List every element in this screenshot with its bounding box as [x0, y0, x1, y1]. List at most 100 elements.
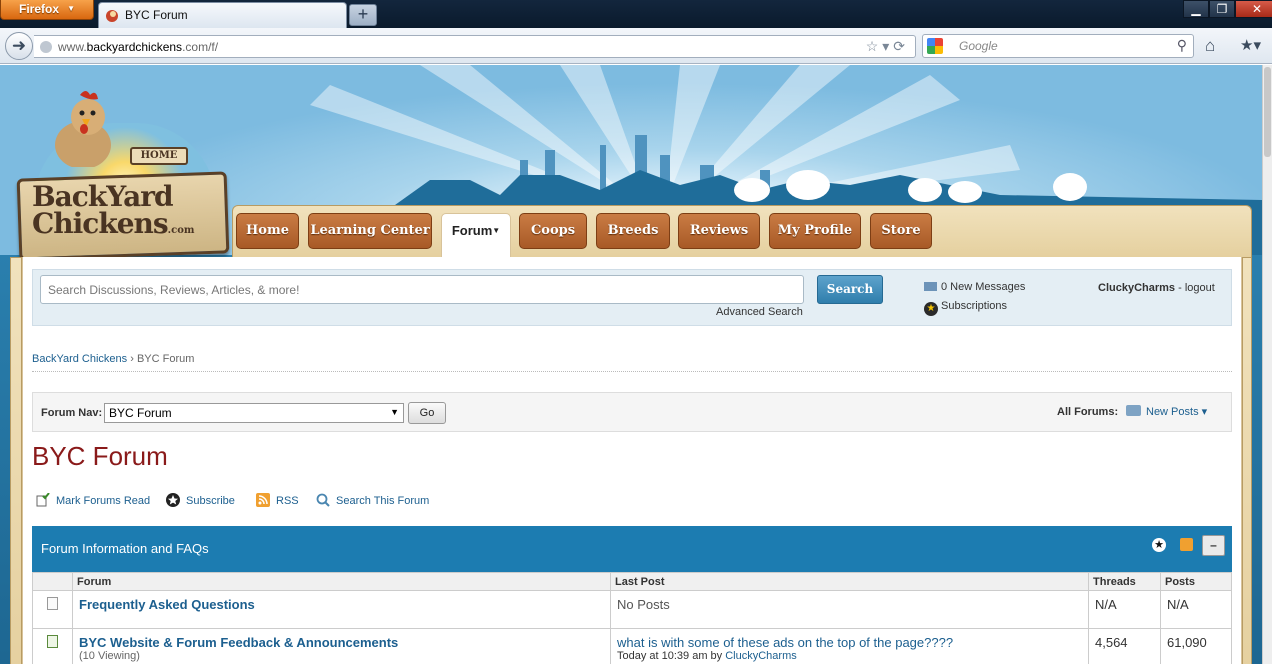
- subscriptions-link[interactable]: ★ Subscriptions: [924, 300, 1007, 316]
- page-scrollbar[interactable]: [1262, 65, 1272, 664]
- content-right-frame: [1242, 257, 1252, 664]
- envelope-icon: [924, 282, 937, 291]
- page-viewport: HOME BackYard Chickens .com Home Learning…: [0, 65, 1262, 664]
- browser-search-input[interactable]: Google ⚲: [922, 34, 1194, 58]
- logo-suffix: .com: [167, 225, 195, 236]
- nav-reviews[interactable]: Reviews: [678, 213, 760, 249]
- rss-icon[interactable]: [1180, 538, 1193, 551]
- search-placeholder: Google: [959, 39, 998, 53]
- search-this-forum-label: Search This Forum: [336, 495, 430, 507]
- last-post-text: No Posts: [617, 597, 670, 612]
- last-post-meta: Today at 10:39 am by CluckyCharms: [617, 650, 1082, 662]
- username-link[interactable]: CluckyCharms: [1098, 282, 1175, 294]
- star-icon: [166, 493, 180, 507]
- new-tab-button[interactable]: +: [349, 4, 377, 26]
- section-title[interactable]: Forum Information and FAQs: [41, 541, 209, 556]
- subscribe-link[interactable]: Subscribe: [166, 493, 235, 507]
- forum-status-cell: [32, 628, 73, 664]
- minimize-icon[interactable]: ▁: [1183, 0, 1209, 18]
- chevron-down-icon: ▾: [1201, 406, 1208, 418]
- forum-cell: BYC Website & Forum Feedback & Announcem…: [72, 628, 611, 664]
- url-bar[interactable]: www.backyardchickens.com/f/ ☆▾⟳: [34, 35, 916, 58]
- logout-link[interactable]: logout: [1185, 282, 1215, 294]
- star-icon: ★: [924, 302, 938, 316]
- rss-link[interactable]: RSS: [256, 493, 299, 507]
- new-posts-document-icon: [47, 635, 58, 648]
- breadcrumb-root[interactable]: BackYard Chickens: [32, 353, 127, 365]
- new-posts-label: New Posts: [1146, 406, 1199, 418]
- subscribe-star-icon[interactable]: ★: [1152, 538, 1166, 552]
- breadcrumb: BackYard Chickens › BYC Forum: [32, 353, 194, 365]
- browser-titlebar: Firefox ▼ BYC Forum + ▁ ❐ ✕: [0, 0, 1272, 28]
- nav-coops[interactable]: Coops: [519, 213, 587, 249]
- chicken-favicon-icon: [106, 10, 118, 22]
- logo-line2: Chickens: [32, 207, 169, 240]
- nav-forum[interactable]: Forum▼: [441, 213, 511, 259]
- subscriptions-label: Subscriptions: [941, 300, 1008, 312]
- section-header: [32, 526, 1232, 572]
- col-posts-header: Posts: [1160, 572, 1232, 591]
- home-icon[interactable]: ⌂: [1205, 36, 1215, 56]
- firefox-menu-button[interactable]: Firefox ▼: [0, 0, 94, 20]
- new-posts-link[interactable]: New Posts ▾: [1126, 405, 1207, 418]
- search-this-forum-link[interactable]: Search This Forum: [316, 493, 429, 507]
- divider: [32, 371, 1232, 372]
- home-sign[interactable]: HOME: [130, 147, 188, 165]
- collapse-button[interactable]: –: [1202, 535, 1225, 556]
- last-post-user-link[interactable]: CluckyCharms: [725, 650, 797, 662]
- forum-nav-select[interactable]: BYC Forum ▼: [104, 403, 404, 423]
- col-threads-header: Threads: [1088, 572, 1161, 591]
- user-panel: CluckyCharms - logout: [1098, 282, 1215, 294]
- forum-cell: Frequently Asked Questions: [72, 590, 611, 629]
- search-icon[interactable]: ⚲: [1177, 37, 1187, 54]
- forum-link[interactable]: BYC Website & Forum Feedback & Announcem…: [79, 635, 604, 650]
- browser-navbar: ➜ www.backyardchickens.com/f/ ☆▾⟳ Google…: [0, 28, 1272, 64]
- page-title: BYC Forum: [32, 441, 168, 471]
- viewing-count: (10 Viewing): [79, 650, 140, 662]
- url-host: backyardchickens: [86, 40, 183, 54]
- bookmarks-icon[interactable]: ★▾: [1240, 36, 1261, 54]
- google-icon: [927, 38, 943, 54]
- nav-breeds[interactable]: Breeds: [596, 213, 670, 249]
- messages-label: 0 New Messages: [941, 281, 1026, 293]
- browser-tab[interactable]: BYC Forum: [98, 2, 347, 28]
- last-post-cell: No Posts: [610, 590, 1089, 629]
- bookmark-star-icon[interactable]: ☆▾⟳: [866, 38, 909, 55]
- posts-cell: N/A: [1160, 590, 1232, 629]
- nav-learning-center[interactable]: Learning Center: [308, 213, 432, 249]
- rooster-mascot-icon: [55, 91, 111, 167]
- subscribe-label: Subscribe: [186, 495, 235, 507]
- go-button[interactable]: Go: [408, 402, 446, 424]
- tab-title: BYC Forum: [125, 8, 188, 22]
- mark-forums-read-label: Mark Forums Read: [56, 495, 151, 507]
- content-left-frame: [10, 257, 22, 664]
- site-search-input[interactable]: Search Discussions, Reviews, Articles, &…: [40, 275, 804, 304]
- user-separator: -: [1175, 282, 1185, 294]
- restore-icon[interactable]: ❐: [1209, 0, 1235, 18]
- nav-my-profile[interactable]: My Profile: [769, 213, 861, 249]
- scrollbar-thumb[interactable]: [1264, 67, 1271, 157]
- all-forums-label: All Forums:: [1057, 406, 1119, 418]
- col-last-post-header: Last Post: [610, 572, 1089, 591]
- rss-icon: [256, 493, 270, 507]
- search-icon: [316, 493, 330, 507]
- table-row: BYC Website & Forum Feedback & Announcem…: [32, 628, 1232, 664]
- advanced-search-link[interactable]: Advanced Search: [716, 306, 803, 318]
- close-icon[interactable]: ✕: [1235, 0, 1272, 18]
- forum-table: Forum Last Post Threads Posts Frequently…: [32, 572, 1232, 664]
- col-forum-header: Forum: [72, 572, 611, 591]
- breadcrumb-current: BYC Forum: [136, 353, 195, 365]
- nav-home[interactable]: Home: [236, 213, 299, 249]
- rss-label: RSS: [276, 495, 299, 507]
- globe-icon: [40, 41, 52, 53]
- nav-store[interactable]: Store: [870, 213, 932, 249]
- forum-link[interactable]: Frequently Asked Questions: [79, 597, 255, 612]
- back-arrow-icon[interactable]: ➜: [5, 32, 33, 60]
- mark-forums-read-link[interactable]: Mark Forums Read: [36, 493, 150, 507]
- chevron-down-icon: ▼: [67, 4, 75, 13]
- document-icon: [47, 597, 58, 610]
- messages-link[interactable]: 0 New Messages: [924, 281, 1025, 293]
- last-post-time: Today at 10:39 am by: [617, 650, 726, 662]
- last-post-link[interactable]: what is with some of these ads on the to…: [617, 635, 1082, 650]
- search-button[interactable]: Search: [817, 275, 883, 304]
